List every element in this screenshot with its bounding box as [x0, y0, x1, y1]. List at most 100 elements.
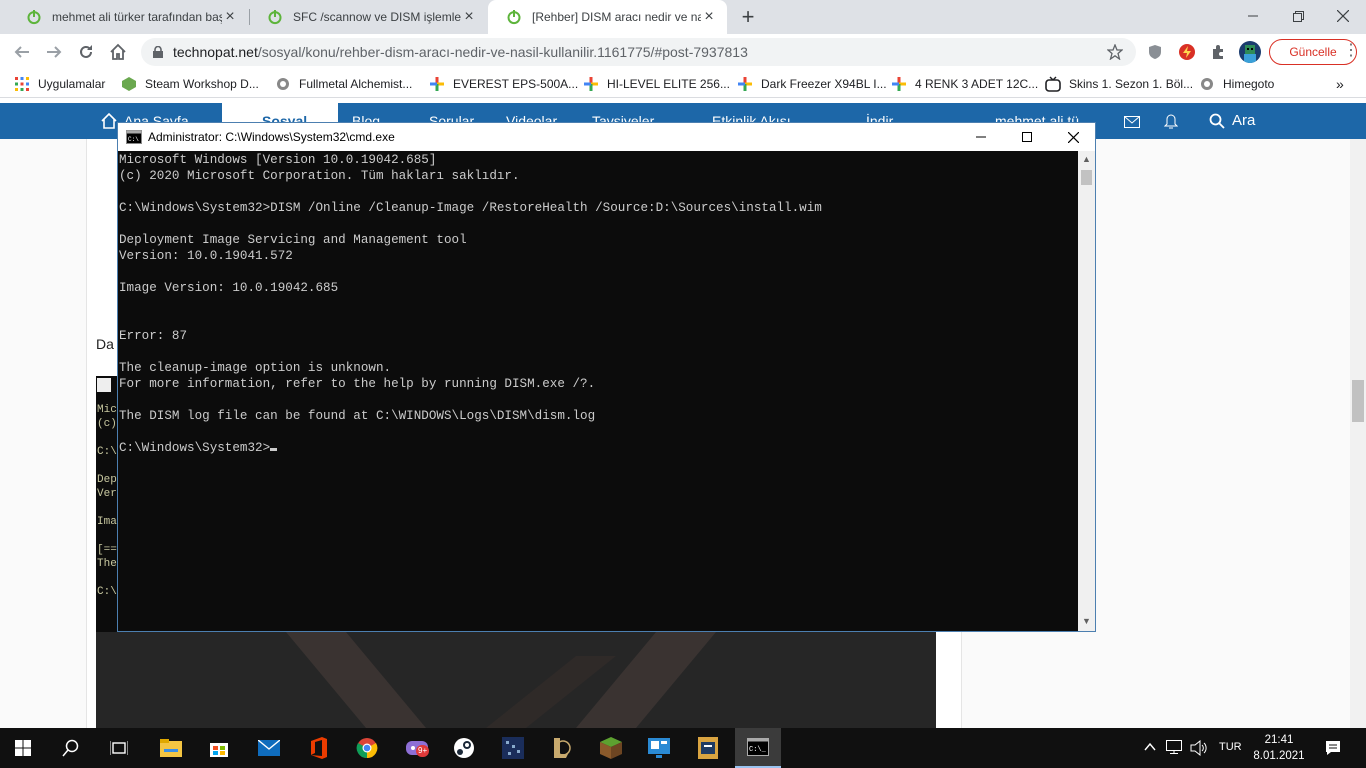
- svg-text:C:\: C:\: [128, 136, 139, 143]
- close-icon[interactable]: ×: [701, 8, 717, 26]
- lightning-extension-icon[interactable]: [1179, 44, 1195, 60]
- menu-kebab-icon[interactable]: ⋮: [1341, 41, 1361, 61]
- cmd-title-bar[interactable]: C:\ Administrator: C:\Windows\System32\c…: [118, 123, 1095, 151]
- tab-3-active[interactable]: [Rehber] DISM aracı nedir ve nasıl kulla…: [488, 0, 727, 34]
- tab-1[interactable]: mehmet ali türker tarafından başlatılan …: [8, 0, 248, 34]
- search-label[interactable]: Ara: [1232, 112, 1255, 129]
- more-bookmarks-button[interactable]: »: [1336, 76, 1344, 92]
- forward-button[interactable]: [40, 38, 68, 66]
- task-view-button[interactable]: [96, 728, 142, 768]
- command-prompt: C:\Windows\System32>: [119, 441, 271, 455]
- bookmark-item[interactable]: Dark Freezer X94BL I...: [737, 76, 887, 92]
- page-scrollbar[interactable]: [1350, 139, 1366, 728]
- minimize-button[interactable]: [1230, 0, 1276, 32]
- back-button[interactable]: [8, 38, 36, 66]
- cmd-maximize-button[interactable]: [1004, 123, 1050, 151]
- minimize-icon: [976, 136, 986, 138]
- clock-time: 21:41: [1264, 734, 1294, 746]
- cmd-console-output[interactable]: Microsoft Windows [Version 10.0.19042.68…: [118, 151, 1078, 631]
- cmd-taskbar-active[interactable]: C:\_: [735, 728, 781, 768]
- app3-taskbar[interactable]: [685, 728, 731, 768]
- notification-badge: 9+: [416, 745, 430, 757]
- mail-taskbar[interactable]: [246, 728, 292, 768]
- bookmark-apps[interactable]: Uygulamalar: [14, 76, 105, 92]
- close-window-button[interactable]: [1320, 0, 1366, 32]
- bookmark-item[interactable]: Fullmetal Alchemist...: [275, 76, 412, 92]
- start-button[interactable]: [0, 728, 46, 768]
- bookmark-label: EVEREST EPS-500A...: [453, 77, 579, 91]
- cmd-scrollbar[interactable]: ▲ ▼: [1078, 151, 1095, 631]
- cmd-scrollbar-thumb[interactable]: [1081, 170, 1092, 185]
- monitor-app-icon: [648, 738, 670, 758]
- cmd-window[interactable]: C:\ Administrator: C:\Windows\System32\c…: [117, 122, 1096, 632]
- chevron-up-icon[interactable]: [1144, 742, 1156, 752]
- alchemy-bookmark-icon: [1201, 78, 1213, 90]
- tab-2[interactable]: SFC /scannow ve DISM işlemleri çözüm ×: [249, 0, 487, 34]
- discord-taskbar[interactable]: 9+: [394, 728, 440, 768]
- store-taskbar[interactable]: [196, 728, 242, 768]
- restore-button[interactable]: [1275, 0, 1321, 32]
- search-icon[interactable]: [1209, 113, 1225, 129]
- grass-block-icon: [600, 737, 622, 759]
- bookmark-label: HI-LEVEL ELITE 256...: [607, 77, 730, 91]
- profile-avatar[interactable]: [1239, 41, 1261, 63]
- cube-bookmark-icon: [122, 77, 136, 91]
- windows-taskbar: 9+ C:\_ TUR 21:41 8.01.2021: [0, 728, 1366, 768]
- page-scrollbar-thumb[interactable]: [1352, 380, 1364, 422]
- chrome-taskbar[interactable]: [344, 728, 390, 768]
- file-explorer-taskbar[interactable]: [148, 728, 194, 768]
- embedded-cmd-icon: [97, 378, 111, 392]
- language-indicator[interactable]: TUR: [1219, 741, 1242, 753]
- new-tab-button[interactable]: +: [736, 5, 760, 29]
- league-taskbar[interactable]: [538, 728, 584, 768]
- console-line: Deployment Image Servicing and Managemen…: [119, 233, 467, 247]
- close-icon[interactable]: ×: [222, 8, 238, 26]
- office-taskbar[interactable]: [296, 728, 342, 768]
- app2-taskbar[interactable]: [636, 728, 682, 768]
- notifications-icon[interactable]: [1325, 740, 1341, 756]
- console-line: Version: 10.0.19041.572: [119, 249, 293, 263]
- network-icon[interactable]: [1166, 740, 1182, 754]
- archive-app-icon: [698, 737, 718, 759]
- steam-taskbar[interactable]: [441, 728, 487, 768]
- bookmark-item[interactable]: 4 RENK 3 ADET 12C...: [891, 76, 1038, 92]
- scroll-up-icon[interactable]: ▲: [1082, 154, 1091, 164]
- prompt-line[interactable]: C:\Windows\System32>: [119, 440, 1078, 456]
- mail-icon[interactable]: [1124, 116, 1140, 128]
- embedded-text-line: C:\: [97, 586, 117, 598]
- volume-icon[interactable]: [1190, 740, 1208, 756]
- bookmark-item[interactable]: Skins 1. Sezon 1. Böl...: [1045, 76, 1193, 92]
- puzzle-extensions-icon[interactable]: [1210, 44, 1226, 60]
- alchemy-bookmark-icon: [277, 78, 289, 90]
- star-icon[interactable]: [1107, 44, 1123, 60]
- scroll-down-icon[interactable]: ▼: [1082, 616, 1091, 626]
- bookmark-label: 4 RENK 3 ADET 12C...: [915, 77, 1039, 91]
- minecraft-taskbar[interactable]: [588, 728, 634, 768]
- cmd-minimize-button[interactable]: [958, 123, 1004, 151]
- clock[interactable]: 21:41 8.01.2021: [1250, 732, 1308, 764]
- chrome-icon: [356, 738, 378, 759]
- reload-button[interactable]: [72, 38, 100, 66]
- bookmark-item[interactable]: Himegoto: [1199, 76, 1274, 92]
- shield-extension-icon[interactable]: [1148, 44, 1162, 60]
- home-button[interactable]: [104, 38, 132, 66]
- console-line: Microsoft Windows [Version 10.0.19042.68…: [119, 153, 437, 167]
- close-icon[interactable]: ×: [461, 8, 477, 26]
- app-taskbar[interactable]: [490, 728, 536, 768]
- search-button[interactable]: [48, 728, 94, 768]
- address-bar[interactable]: technopat.net/sosyal/konu/rehber-dism-ar…: [141, 38, 1136, 66]
- bookmark-item[interactable]: HI-LEVEL ELITE 256...: [583, 76, 730, 92]
- power-favicon-icon: [268, 10, 282, 25]
- text-cursor: [270, 448, 278, 451]
- close-icon: [1067, 131, 1079, 143]
- cmd-close-button[interactable]: [1050, 123, 1096, 151]
- home-icon: [110, 43, 126, 60]
- bookmark-item[interactable]: EVEREST EPS-500A...: [429, 76, 578, 92]
- bell-icon[interactable]: [1164, 114, 1178, 130]
- bookmark-item[interactable]: Steam Workshop D...: [121, 76, 259, 92]
- cmd-title: Administrator: C:\Windows\System32\cmd.e…: [148, 130, 395, 144]
